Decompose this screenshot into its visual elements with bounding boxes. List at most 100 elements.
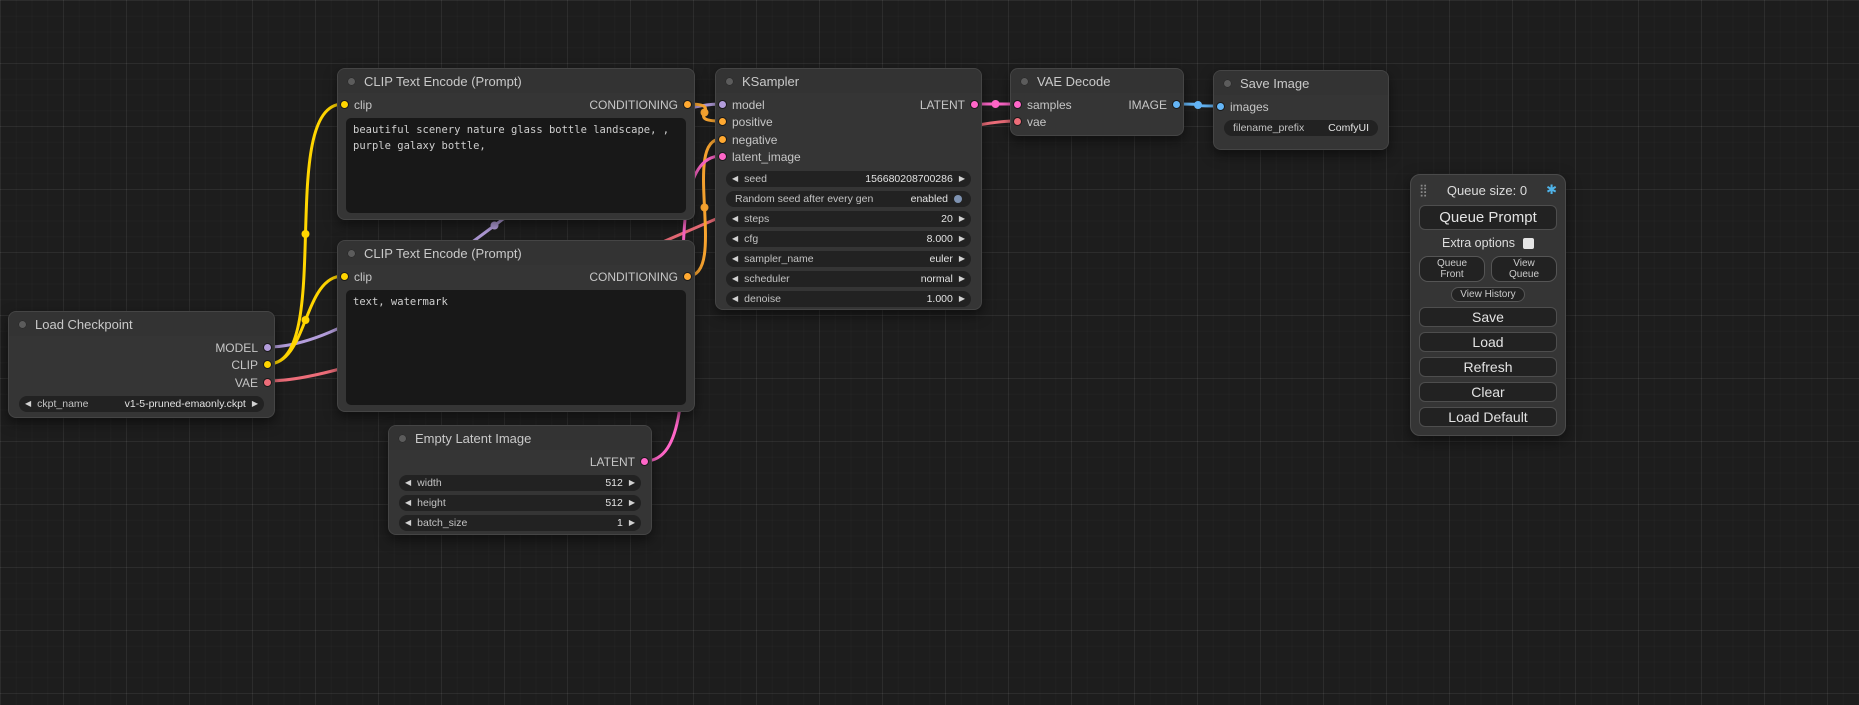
widget-sampler-name[interactable]: ◀sampler_nameeuler▶ bbox=[726, 251, 971, 267]
slot-label: LATENT bbox=[590, 455, 635, 469]
widget-filename-prefix[interactable]: filename_prefix ComfyUI bbox=[1224, 120, 1378, 136]
input-dot[interactable] bbox=[718, 117, 727, 126]
widget-ckpt-name[interactable]: ◀ckpt_namev1-5-pruned-emaonly.ckpt▶ bbox=[19, 396, 264, 412]
collapse-dot[interactable] bbox=[18, 320, 27, 329]
output-dot[interactable] bbox=[263, 343, 272, 352]
slot-label: MODEL bbox=[215, 341, 258, 355]
decrement-arrow[interactable]: ◀ bbox=[19, 396, 37, 412]
output-dot[interactable] bbox=[683, 272, 692, 281]
widget-scheduler[interactable]: ◀schedulernormal▶ bbox=[726, 271, 971, 287]
widget-height[interactable]: ◀height512▶ bbox=[399, 495, 641, 511]
increment-arrow[interactable]: ▶ bbox=[623, 495, 641, 511]
collapse-dot[interactable] bbox=[347, 249, 356, 258]
decrement-arrow[interactable]: ◀ bbox=[399, 475, 417, 491]
decrement-arrow[interactable]: ◀ bbox=[726, 291, 744, 307]
widget-steps[interactable]: ◀steps20▶ bbox=[726, 211, 971, 227]
load-default-button[interactable]: Load Default bbox=[1419, 407, 1557, 427]
increment-arrow[interactable]: ▶ bbox=[953, 291, 971, 307]
toggle-dot[interactable] bbox=[954, 195, 962, 203]
input-dot[interactable] bbox=[1013, 117, 1022, 126]
collapse-dot[interactable] bbox=[398, 434, 407, 443]
node-load-checkpoint[interactable]: Load CheckpointMODELCLIPVAE◀ckpt_namev1-… bbox=[8, 311, 275, 418]
widget-cfg[interactable]: ◀cfg8.000▶ bbox=[726, 231, 971, 247]
node-empty-latent-image[interactable]: Empty Latent Image LATENT ◀width512▶ ◀heigh… bbox=[388, 425, 652, 535]
output-dot[interactable] bbox=[263, 360, 272, 369]
decrement-arrow[interactable]: ◀ bbox=[726, 171, 744, 187]
prompt-textarea[interactable] bbox=[346, 290, 686, 405]
collapse-dot[interactable] bbox=[725, 77, 734, 86]
decrement-arrow[interactable]: ◀ bbox=[726, 271, 744, 287]
input-slot-vae: vae bbox=[1011, 114, 1183, 130]
node-titlebar[interactable]: CLIP Text Encode (Prompt) bbox=[338, 241, 694, 265]
increment-arrow[interactable]: ▶ bbox=[953, 231, 971, 247]
widget-seed[interactable]: ◀seed156680208700286▶ bbox=[726, 171, 971, 187]
queue-front-button[interactable]: Queue Front bbox=[1419, 256, 1485, 282]
node-titlebar[interactable]: Empty Latent Image bbox=[389, 426, 651, 450]
node-titlebar[interactable]: Load Checkpoint bbox=[9, 312, 274, 336]
output-slot-clip: CLIP bbox=[9, 357, 274, 373]
widget-width[interactable]: ◀width512▶ bbox=[399, 475, 641, 491]
queue-size-label: Queue size: 0 bbox=[1428, 183, 1546, 198]
prompt-textarea[interactable] bbox=[346, 118, 686, 213]
output-slot-conditioning: CONDITIONING bbox=[338, 269, 694, 285]
increment-arrow[interactable]: ▶ bbox=[623, 515, 641, 531]
output-dot[interactable] bbox=[640, 457, 649, 466]
increment-arrow[interactable]: ▶ bbox=[246, 396, 264, 412]
decrement-arrow[interactable]: ◀ bbox=[726, 231, 744, 247]
widget-label: denoise bbox=[744, 293, 781, 305]
input-dot[interactable] bbox=[718, 135, 727, 144]
slot-label: images bbox=[1230, 100, 1269, 114]
extra-options-checkbox[interactable] bbox=[1523, 238, 1534, 249]
node-clip-text-encode-negative[interactable]: CLIP Text Encode (Prompt)clipCONDITIONIN… bbox=[337, 240, 695, 412]
input-slot-images: images bbox=[1214, 99, 1388, 115]
widget-batch-size[interactable]: ◀batch_size1▶ bbox=[399, 515, 641, 531]
widget-label: steps bbox=[744, 213, 769, 225]
output-slot-latent: LATENT bbox=[716, 97, 981, 113]
queue-prompt-button[interactable]: Queue Prompt bbox=[1419, 205, 1557, 230]
input-dot[interactable] bbox=[718, 152, 727, 161]
node-save-image[interactable]: Save Image images filename_prefix ComfyUI bbox=[1213, 70, 1389, 150]
widget-random-seed-after-every-gen[interactable]: Random seed after every genenabled bbox=[726, 191, 971, 207]
node-title: KSampler bbox=[742, 74, 799, 89]
output-dot[interactable] bbox=[970, 100, 979, 109]
load-button[interactable]: Load bbox=[1419, 332, 1557, 352]
increment-arrow[interactable]: ▶ bbox=[953, 171, 971, 187]
increment-arrow[interactable]: ▶ bbox=[953, 251, 971, 267]
node-clip-text-encode-positive[interactable]: CLIP Text Encode (Prompt)clipCONDITIONIN… bbox=[337, 68, 695, 220]
view-history-button[interactable]: View History bbox=[1451, 287, 1524, 302]
slot-label: LATENT bbox=[920, 98, 965, 112]
view-queue-button[interactable]: View Queue bbox=[1491, 256, 1557, 282]
collapse-dot[interactable] bbox=[1223, 79, 1232, 88]
widget-label: width bbox=[417, 477, 442, 489]
clear-button[interactable]: Clear bbox=[1419, 382, 1557, 402]
node-title: CLIP Text Encode (Prompt) bbox=[364, 74, 522, 89]
save-button[interactable]: Save bbox=[1419, 307, 1557, 327]
increment-arrow[interactable]: ▶ bbox=[953, 271, 971, 287]
output-dot[interactable] bbox=[263, 378, 272, 387]
node-titlebar[interactable]: CLIP Text Encode (Prompt) bbox=[338, 69, 694, 93]
input-dot[interactable] bbox=[1216, 102, 1225, 111]
node-titlebar[interactable]: VAE Decode bbox=[1011, 69, 1183, 93]
graph-canvas[interactable]: Load CheckpointMODELCLIPVAE◀ckpt_namev1-… bbox=[0, 0, 1859, 705]
decrement-arrow[interactable]: ◀ bbox=[399, 515, 417, 531]
decrement-arrow[interactable]: ◀ bbox=[726, 211, 744, 227]
widget-value: ComfyUI bbox=[1328, 122, 1369, 134]
widget-label: seed bbox=[744, 173, 767, 185]
collapse-dot[interactable] bbox=[1020, 77, 1029, 86]
decrement-arrow[interactable]: ◀ bbox=[726, 251, 744, 267]
drag-handle-icon[interactable]: ⣿ bbox=[1419, 183, 1428, 197]
increment-arrow[interactable]: ▶ bbox=[953, 211, 971, 227]
refresh-button[interactable]: Refresh bbox=[1419, 357, 1557, 377]
settings-gear-icon[interactable]: ✱ bbox=[1546, 182, 1557, 198]
widget-denoise[interactable]: ◀denoise1.000▶ bbox=[726, 291, 971, 307]
node-titlebar[interactable]: KSampler bbox=[716, 69, 981, 93]
decrement-arrow[interactable]: ◀ bbox=[399, 495, 417, 511]
node-titlebar[interactable]: Save Image bbox=[1214, 71, 1388, 95]
output-dot[interactable] bbox=[683, 100, 692, 109]
node-ksampler[interactable]: KSamplermodelpositivenegativelatent_imag… bbox=[715, 68, 982, 310]
node-vae-decode[interactable]: VAE DecodesamplesvaeIMAGE bbox=[1010, 68, 1184, 136]
widget-label: filename_prefix bbox=[1233, 122, 1304, 134]
collapse-dot[interactable] bbox=[347, 77, 356, 86]
increment-arrow[interactable]: ▶ bbox=[623, 475, 641, 491]
output-dot[interactable] bbox=[1172, 100, 1181, 109]
